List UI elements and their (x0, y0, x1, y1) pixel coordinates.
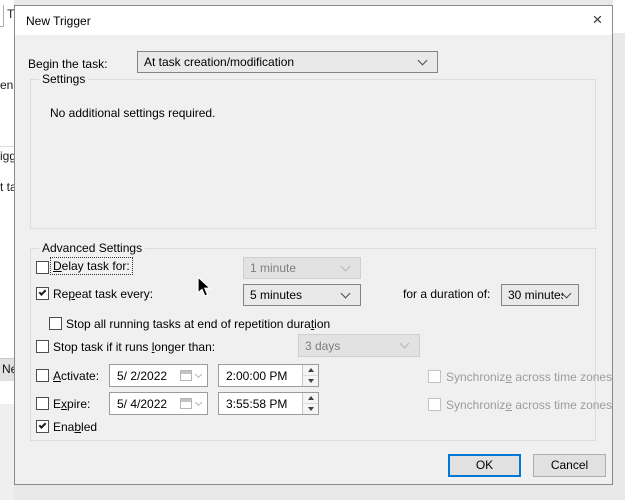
background-separator (0, 146, 14, 147)
ok-button[interactable]: OK (448, 454, 521, 477)
repeat-task-label[interactable]: Repeat task every: (53, 287, 153, 301)
calendar-icon (180, 370, 192, 381)
expire-sync-timezones-label: Synchronize across time zones (446, 398, 612, 412)
advanced-settings-group-label: Advanced Settings (39, 241, 145, 255)
activate-sync-timezones-label: Synchronize across time zones (446, 370, 612, 384)
expire-checkbox[interactable] (36, 397, 49, 410)
repeat-interval-value: 5 minutes (250, 288, 342, 302)
delay-duration-select: 1 minute (243, 257, 361, 279)
expire-time-value: 3:55:58 PM (219, 397, 302, 411)
background-new-button-partial[interactable]: Ne (0, 358, 14, 381)
background-window-area (0, 381, 14, 404)
background-text-fragment: en y (0, 78, 14, 92)
chevron-down-icon (341, 288, 351, 298)
background-tab-border (3, 5, 4, 26)
spinner-down-button[interactable] (303, 403, 318, 414)
settings-group: Settings No additional settings required… (30, 79, 596, 229)
delay-task-label[interactable]: Delay task for: (51, 259, 132, 273)
chevron-down-icon[interactable] (195, 371, 202, 378)
activate-time-value: 2:00:00 PM (219, 369, 302, 383)
checkmark-icon (39, 288, 47, 296)
background-row-text-fragment: t ta (0, 180, 14, 194)
spinner-up-button[interactable] (303, 393, 318, 403)
background-window-area (613, 0, 625, 33)
mouse-cursor-icon (197, 276, 213, 298)
chevron-down-icon (400, 339, 410, 349)
background-window-area (0, 404, 14, 500)
duration-select[interactable]: 30 minutes (501, 284, 579, 306)
expire-label[interactable]: Expire: (53, 397, 90, 411)
stop-task-duration-value: 3 days (305, 339, 401, 353)
expire-time-field[interactable]: 3:55:58 PM (218, 392, 319, 415)
settings-group-label: Settings (39, 72, 88, 86)
stop-task-if-longer-label[interactable]: Stop task if it runs longer than: (53, 340, 215, 354)
begin-task-select[interactable]: At task creation/modification (137, 51, 438, 73)
dialog-titlebar[interactable]: New Trigger × (15, 6, 612, 35)
expire-date-picker[interactable]: 5/ 4/2022 (109, 392, 208, 415)
calendar-icon (180, 398, 192, 409)
enabled-label[interactable]: Enabled (53, 420, 97, 434)
begin-task-label: Begin the task: (28, 57, 107, 71)
spinner-up-icon (308, 396, 314, 400)
background-column-header-fragment: igge (0, 149, 14, 163)
settings-message: No additional settings required. (50, 106, 215, 120)
spinner-down-icon (308, 379, 314, 383)
activate-sync-timezones-checkbox (428, 370, 441, 383)
begin-task-selected-value: At task creation/modification (144, 55, 419, 69)
delay-duration-value: 1 minute (250, 261, 342, 275)
duration-value: 30 minutes (508, 288, 563, 302)
background-window-area (0, 0, 14, 358)
enabled-checkbox[interactable] (36, 420, 49, 433)
stop-all-tasks-label[interactable]: Stop all running tasks at end of repetit… (66, 317, 330, 331)
chevron-down-icon (418, 55, 428, 65)
duration-label: for a duration of: (403, 287, 490, 301)
activate-date-value: 5/ 2/2022 (110, 369, 180, 383)
cancel-button[interactable]: Cancel (533, 454, 606, 477)
activate-time-field[interactable]: 2:00:00 PM (218, 364, 319, 387)
dialog-title: New Trigger (26, 14, 91, 28)
chevron-down-icon[interactable] (195, 399, 202, 406)
activate-time-spinner (302, 365, 318, 386)
repeat-interval-select[interactable]: 5 minutes (243, 284, 361, 306)
new-trigger-dialog: New Trigger × Begin the task: At task cr… (14, 5, 613, 485)
chevron-down-icon (562, 288, 572, 298)
focus-rectangle: Delay task for: (51, 258, 132, 274)
spinner-down-button[interactable] (303, 375, 318, 386)
activate-date-picker[interactable]: 5/ 2/2022 (109, 364, 208, 387)
repeat-task-checkbox[interactable] (36, 287, 49, 300)
calendar-icon-header (181, 399, 191, 402)
activate-checkbox[interactable] (36, 369, 49, 382)
close-icon[interactable]: × (583, 6, 612, 35)
stop-task-duration-select: 3 days (298, 334, 420, 357)
spinner-up-button[interactable] (303, 365, 318, 375)
expire-time-spinner (302, 393, 318, 414)
delay-task-checkbox[interactable] (36, 261, 49, 274)
expire-date-value: 5/ 4/2022 (110, 397, 180, 411)
spinner-up-icon (308, 368, 314, 372)
stop-task-if-longer-checkbox[interactable] (36, 340, 49, 353)
background-tab-border-bottom (0, 26, 4, 27)
activate-label[interactable]: Activate: (53, 369, 99, 383)
expire-sync-timezones-checkbox (428, 398, 441, 411)
stop-all-tasks-checkbox[interactable] (49, 317, 62, 330)
chevron-down-icon (341, 261, 351, 271)
calendar-icon-header (181, 371, 191, 374)
spinner-down-icon (308, 407, 314, 411)
checkmark-icon (39, 421, 47, 429)
